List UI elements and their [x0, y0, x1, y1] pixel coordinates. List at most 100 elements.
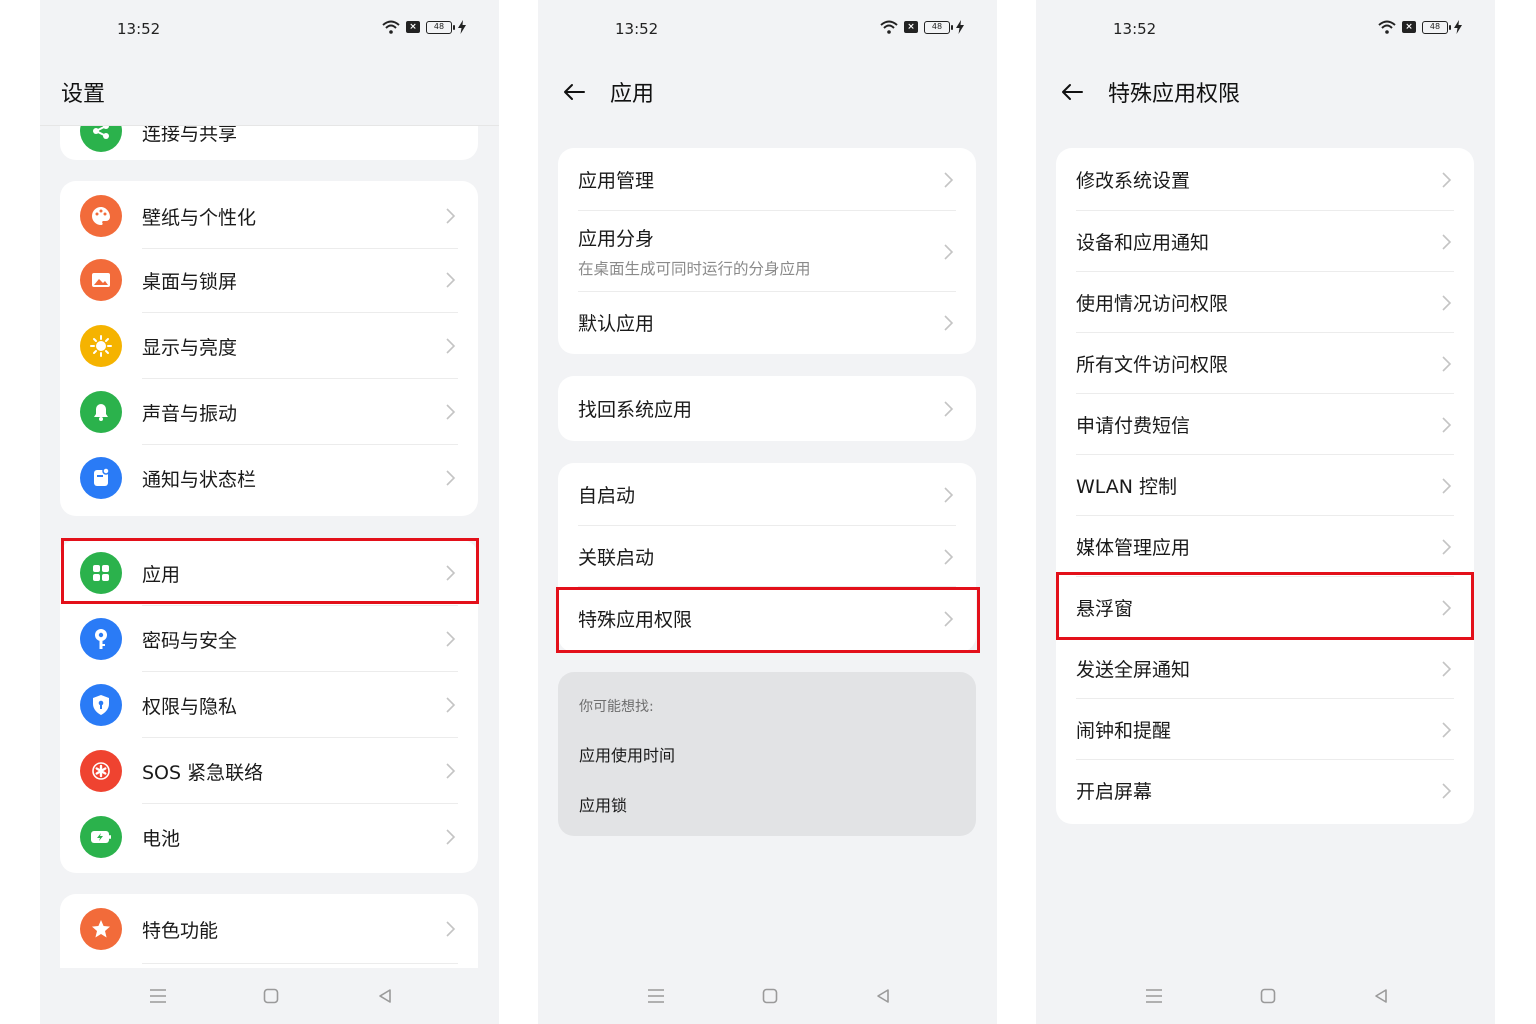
- settings-item-label: 特色功能: [142, 919, 219, 942]
- app-clone-item[interactable]: 应用分身 在桌面生成可同时运行的分身应用: [558, 211, 976, 292]
- chevron-right-icon: [446, 829, 456, 845]
- navigation-bar: [538, 968, 997, 1024]
- permission-item-fullscreen-notification[interactable]: 发送全屏通知: [1056, 638, 1474, 699]
- battery-icon: [80, 816, 122, 858]
- item-label: 开启屏幕: [1076, 781, 1153, 803]
- settings-item-wallpaper[interactable]: 壁纸与个性化: [60, 183, 478, 249]
- chevron-right-icon: [446, 921, 456, 937]
- wifi-icon: [382, 20, 400, 34]
- navigation-bar: [1036, 968, 1495, 1024]
- notification-icon: [80, 457, 122, 499]
- permission-item-alarms-reminders[interactable]: 闹钟和提醒: [1056, 699, 1474, 760]
- permission-item-wlan-control[interactable]: WLAN 控制: [1056, 455, 1474, 516]
- apps-group-manage: 应用管理 应用分身 在桌面生成可同时运行的分身应用 默认应用: [558, 148, 976, 354]
- menu-icon[interactable]: [646, 986, 666, 1006]
- default-apps-item[interactable]: 默认应用: [558, 292, 976, 353]
- settings-item-battery[interactable]: 电池: [60, 804, 478, 870]
- settings-item-label: 密码与安全: [142, 629, 238, 652]
- permission-item-turn-on-screen[interactable]: 开启屏幕: [1056, 760, 1474, 821]
- chevron-right-icon: [1442, 660, 1452, 677]
- chevron-right-icon: [446, 470, 456, 486]
- settings-item-desktop[interactable]: 桌面与锁屏: [60, 247, 478, 313]
- associated-start-item[interactable]: 关联启动: [558, 526, 976, 587]
- chevron-right-icon: [1442, 355, 1452, 372]
- settings-item-privacy[interactable]: 权限与隐私: [60, 672, 478, 738]
- permission-item-modify-system[interactable]: 修改系统设置: [1056, 148, 1474, 211]
- chevron-right-icon: [1442, 233, 1452, 250]
- page-title: 应用: [610, 82, 655, 107]
- status-time: 13:52: [1113, 20, 1157, 38]
- shield-icon: [80, 684, 122, 726]
- back-triangle-icon[interactable]: [1371, 986, 1391, 1006]
- chevron-right-icon: [1442, 171, 1452, 188]
- settings-item-password[interactable]: 密码与安全: [60, 606, 478, 672]
- settings-item-sound[interactable]: 声音与振动: [60, 379, 478, 445]
- home-icon[interactable]: [1258, 986, 1278, 1006]
- menu-icon[interactable]: [148, 986, 168, 1006]
- item-label: 应用管理: [578, 170, 655, 192]
- wifi-icon: [1378, 20, 1396, 34]
- battery-level-icon: 48: [1422, 20, 1451, 34]
- no-sim-icon: ×: [406, 21, 420, 33]
- settings-item-display[interactable]: 显示与亮度: [60, 313, 478, 379]
- special-permissions-screen: 13:52 × 48 特殊应用权限 修改系统设置 设备和应用通知 使用情况访问权…: [1036, 0, 1495, 1024]
- item-label: 找回系统应用: [578, 399, 693, 421]
- chevron-right-icon: [1442, 294, 1452, 311]
- suggestion-link-app-usage[interactable]: 应用使用时间: [579, 742, 675, 766]
- chevron-right-icon: [1442, 538, 1452, 555]
- restore-system-apps-item[interactable]: 找回系统应用: [558, 376, 976, 441]
- status-time: 13:52: [615, 20, 659, 38]
- back-triangle-icon[interactable]: [873, 986, 893, 1006]
- chevron-right-icon: [446, 631, 456, 647]
- back-arrow-icon[interactable]: [560, 78, 588, 106]
- item-label: 默认应用: [578, 313, 655, 335]
- permission-item-usage-access[interactable]: 使用情况访问权限: [1056, 272, 1474, 333]
- status-bar: 13:52 × 48: [538, 0, 997, 58]
- chevron-right-icon: [944, 314, 954, 331]
- palette-icon: [80, 195, 122, 237]
- permission-item-premium-sms[interactable]: 申请付费短信: [1056, 394, 1474, 455]
- star-icon: [80, 908, 122, 950]
- item-label: 所有文件访问权限: [1076, 354, 1229, 376]
- permission-item-device-notifications[interactable]: 设备和应用通知: [1056, 211, 1474, 272]
- apps-group-restore: 找回系统应用: [558, 376, 976, 441]
- settings-item-features[interactable]: 特色功能: [60, 894, 478, 964]
- settings-item-label: 权限与隐私: [142, 695, 238, 718]
- status-time: 13:52: [117, 20, 161, 38]
- permission-item-media-management[interactable]: 媒体管理应用: [1056, 516, 1474, 577]
- item-label: 媒体管理应用: [1076, 537, 1191, 559]
- item-label: 申请付费短信: [1076, 415, 1191, 437]
- auto-start-item[interactable]: 自启动: [558, 463, 976, 526]
- battery-level-icon: 48: [426, 20, 455, 34]
- chevron-right-icon: [1442, 477, 1452, 494]
- menu-icon[interactable]: [1144, 986, 1164, 1006]
- page-header: 特殊应用权限: [1036, 58, 1495, 126]
- chevron-right-icon: [944, 400, 954, 417]
- suggestion-link-app-lock[interactable]: 应用锁: [579, 792, 627, 816]
- settings-item-label: 桌面与锁屏: [142, 270, 238, 293]
- settings-item-notification[interactable]: 通知与状态栏: [60, 445, 478, 511]
- suggestion-hint: 你可能想找:: [579, 699, 654, 715]
- charging-icon: [458, 20, 466, 34]
- back-triangle-icon[interactable]: [375, 986, 395, 1006]
- settings-item-label: 电池: [142, 827, 181, 850]
- charging-icon: [1454, 20, 1462, 34]
- highlight-box: [556, 587, 980, 653]
- apps-screen: 13:52 × 48 应用 应用管理 应用分身 在桌面生成可同时运行的分身应用 …: [538, 0, 997, 1024]
- page-header: 应用: [538, 58, 997, 126]
- no-sim-icon: ×: [904, 21, 918, 33]
- chevron-right-icon: [446, 272, 456, 288]
- app-management-item[interactable]: 应用管理: [558, 148, 976, 211]
- page-title: 特殊应用权限: [1108, 82, 1241, 107]
- settings-item-sos[interactable]: SOS 紧急联络: [60, 738, 478, 804]
- permission-item-all-files[interactable]: 所有文件访问权限: [1056, 333, 1474, 394]
- permissions-list: 修改系统设置 设备和应用通知 使用情况访问权限 所有文件访问权限 申请付费短信 …: [1056, 148, 1474, 824]
- home-icon[interactable]: [760, 986, 780, 1006]
- navigation-bar: [40, 968, 499, 1024]
- sun-icon: [80, 325, 122, 367]
- home-icon[interactable]: [261, 986, 281, 1006]
- status-bar: 13:52 × 48: [40, 0, 499, 58]
- item-label: 应用分身: [578, 228, 655, 250]
- sos-asterisk-icon: [80, 750, 122, 792]
- back-arrow-icon[interactable]: [1058, 78, 1086, 106]
